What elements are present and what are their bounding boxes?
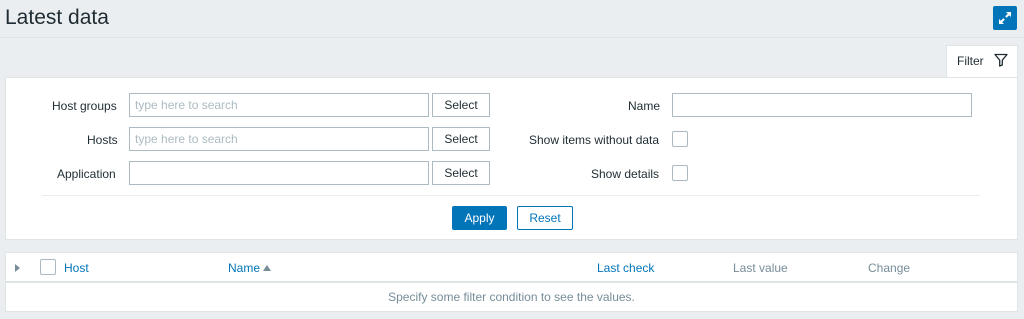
column-host[interactable]: Host [64,261,89,275]
column-name-label: Name [228,261,261,275]
name-label: Name [628,99,661,113]
hosts-select-button[interactable]: Select [432,127,490,151]
filter-panel: Host groups Select Hosts Select Applicat… [5,77,1018,240]
expand-arrow-icon[interactable] [15,264,20,272]
show-items-without-data-label: Show items without data [529,133,660,147]
filter-tab-label: Filter [957,54,984,68]
host-groups-input[interactable] [129,93,429,117]
latest-data-table: Host Name Last check Last value Change S… [5,252,1018,312]
column-last-check[interactable]: Last check [597,261,654,275]
host-groups-label: Host groups [52,99,117,113]
application-label: Application [57,167,116,181]
reset-button[interactable]: Reset [517,206,573,230]
filter-icon [994,53,1008,67]
hosts-input[interactable] [129,127,429,151]
fullscreen-icon [999,12,1011,24]
name-input[interactable] [672,93,972,117]
application-select-button[interactable]: Select [432,161,490,185]
filter-tab[interactable]: Filter [946,45,1018,79]
show-details-checkbox[interactable] [672,165,688,181]
select-all-checkbox[interactable] [40,259,56,275]
column-change: Change [868,261,911,275]
column-last-value: Last value [733,261,788,275]
sort-ascending-icon [263,265,272,271]
table-header-row: Host Name Last check Last value Change [6,253,1017,283]
page-header: Latest data [0,0,1024,38]
page-title: Latest data [5,6,109,29]
application-input[interactable] [129,161,429,185]
filter-divider [42,195,980,196]
show-details-label: Show details [591,167,660,181]
fullscreen-button[interactable] [993,6,1017,30]
host-groups-select-button[interactable]: Select [432,93,490,117]
column-name[interactable]: Name [228,261,272,275]
apply-button[interactable]: Apply [452,206,507,230]
show-items-without-data-checkbox[interactable] [672,131,688,147]
hosts-label: Hosts [87,133,118,147]
empty-table-message: Specify some filter condition to see the… [388,290,635,304]
